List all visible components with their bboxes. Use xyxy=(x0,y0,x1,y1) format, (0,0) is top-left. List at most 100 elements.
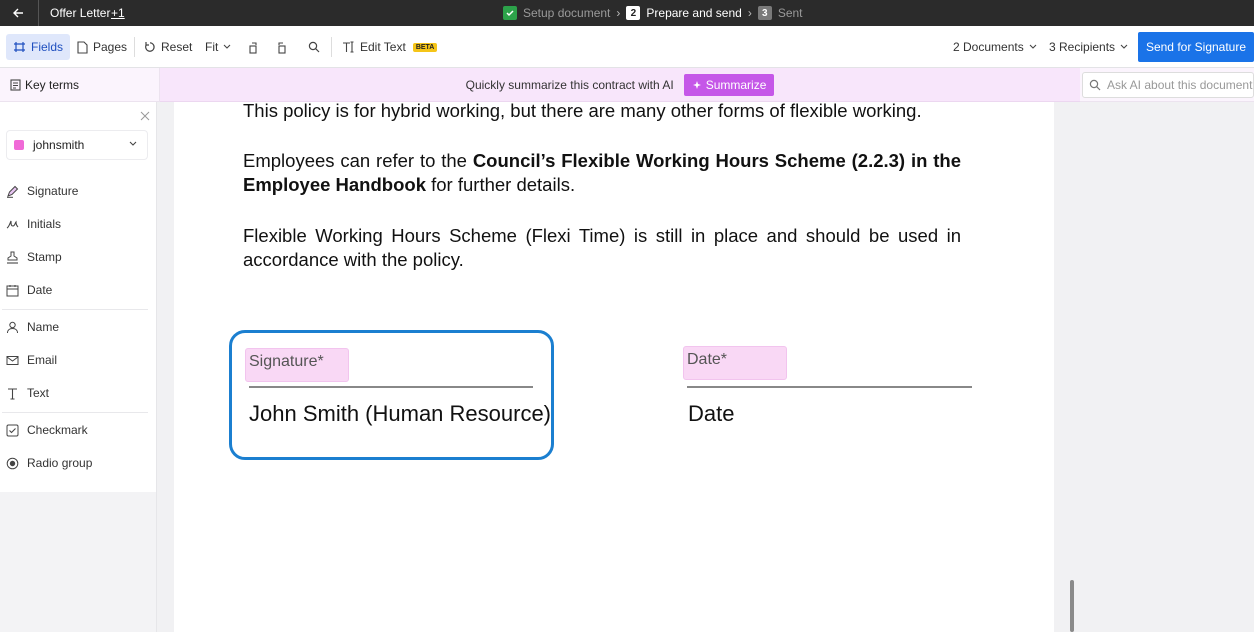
send-for-signature-button[interactable]: Send for Signature xyxy=(1138,32,1254,62)
date-field[interactable]: Date* xyxy=(683,346,787,380)
field-label: Checkmark xyxy=(27,423,88,437)
signature-field[interactable]: Signature* xyxy=(245,348,349,382)
field-date[interactable]: Date xyxy=(6,279,146,301)
chevron-down-icon xyxy=(223,44,231,49)
step-prepare-and-send[interactable]: Prepare and send xyxy=(646,6,741,20)
field-name[interactable]: Name xyxy=(6,316,146,338)
scrollbar[interactable] xyxy=(1070,580,1074,632)
pages-tab[interactable]: Pages xyxy=(77,26,127,68)
field-signature[interactable]: Signature xyxy=(6,180,146,202)
fields-tab[interactable]: Fields xyxy=(6,34,71,60)
sidebar-empty-area xyxy=(0,492,156,632)
edit-text-icon xyxy=(343,41,354,53)
edit-text-label: Edit Text xyxy=(360,40,406,54)
ask-ai-panel: Ask AI about this document xyxy=(1080,68,1254,102)
key-terms-icon xyxy=(10,78,21,91)
documents-dropdown[interactable]: 2 Documents xyxy=(953,26,1037,68)
documents-label: 2 Documents xyxy=(953,40,1024,54)
document-title: Offer Letter xyxy=(50,6,111,20)
field-label: Radio group xyxy=(27,456,93,470)
step-sent: Sent xyxy=(777,6,803,20)
page-icon xyxy=(77,40,88,54)
chevron-right-icon: › xyxy=(616,6,621,20)
radio-icon xyxy=(6,457,19,469)
reset-button[interactable]: Reset xyxy=(144,26,192,68)
recipient-color-swatch xyxy=(14,140,24,150)
text-icon xyxy=(8,387,17,400)
field-stamp[interactable]: Stamp xyxy=(6,246,146,268)
recipients-label: 3 Recipients xyxy=(1049,40,1116,54)
beta-badge: BETA xyxy=(412,42,438,52)
paragraph-text: Employees can refer to the xyxy=(243,150,473,171)
close-icon[interactable] xyxy=(140,111,150,121)
reset-icon xyxy=(145,42,155,52)
search-icon xyxy=(308,41,320,53)
checkmark-icon xyxy=(503,6,517,20)
paragraph-policy: This policy is for hybrid working, but t… xyxy=(243,100,922,121)
rotate-right-icon xyxy=(278,41,286,54)
divider xyxy=(2,412,148,413)
fit-dropdown[interactable]: Fit xyxy=(205,26,231,68)
progress-steps: Setup document › 2 Prepare and send › 3 … xyxy=(503,5,803,21)
top-bar: Offer Letter +1 Setup document › 2 Prepa… xyxy=(0,0,1254,26)
ask-ai-input[interactable]: Ask AI about this document xyxy=(1082,72,1254,98)
step-number: 3 xyxy=(757,6,772,20)
recipient-select[interactable]: johnsmith xyxy=(6,130,148,160)
person-icon xyxy=(7,321,18,333)
divider xyxy=(331,37,332,57)
date-line xyxy=(687,386,972,388)
paragraph-flexi-time: Flexible Working Hours Scheme (Flexi Tim… xyxy=(243,225,961,270)
fit-label: Fit xyxy=(205,40,219,54)
key-terms-tab[interactable]: Key terms xyxy=(0,68,160,102)
toolbar: Fields Pages Reset Fit Edit Text BETA 2 … xyxy=(0,26,1254,68)
reset-label: Reset xyxy=(161,40,193,54)
recipient-name: johnsmith xyxy=(33,138,85,152)
field-label: Stamp xyxy=(27,250,62,264)
chevron-down-icon xyxy=(129,141,137,146)
key-terms-label: Key terms xyxy=(25,77,80,92)
edit-text-button[interactable]: Edit Text BETA xyxy=(342,26,438,68)
chevron-down-icon xyxy=(1029,44,1037,49)
calendar-icon xyxy=(6,284,19,296)
paragraph-text: for further details. xyxy=(425,174,576,195)
field-label: Signature xyxy=(27,184,79,198)
recipients-dropdown[interactable]: 3 Recipients xyxy=(1049,26,1128,68)
initials-icon xyxy=(6,220,19,228)
signature-line xyxy=(249,386,533,388)
field-email[interactable]: Email xyxy=(6,349,146,371)
field-initials[interactable]: Initials xyxy=(6,213,146,235)
field-checkmark[interactable]: Checkmark xyxy=(6,419,146,441)
step-number: 2 xyxy=(626,6,641,20)
stamp-icon xyxy=(7,251,18,264)
document-gutter xyxy=(157,102,174,632)
mail-icon xyxy=(6,355,19,365)
rotate-left-button[interactable] xyxy=(248,26,259,68)
fields-icon xyxy=(14,42,25,52)
paragraph-employees: Employees can refer to the Council’s Fle… xyxy=(243,149,961,197)
rotate-right-button[interactable] xyxy=(276,26,287,68)
field-label: Initials xyxy=(27,217,62,231)
step-setup-document[interactable]: Setup document xyxy=(523,6,610,20)
zoom-search-button[interactable] xyxy=(308,26,320,68)
extra-documents-link[interactable]: +1 xyxy=(111,6,125,20)
field-radio-group[interactable]: Radio group xyxy=(6,452,146,474)
search-icon xyxy=(1089,79,1101,91)
fields-sidebar: johnsmith Signature Initials Stamp Date … xyxy=(0,102,157,632)
field-text[interactable]: Text xyxy=(6,382,146,404)
rotate-left-icon xyxy=(249,41,257,54)
chevron-right-icon: › xyxy=(747,6,752,20)
field-label: Date xyxy=(27,283,53,297)
checkbox-icon xyxy=(6,424,19,436)
back-arrow-icon[interactable] xyxy=(10,5,26,21)
divider xyxy=(2,309,148,310)
pen-icon xyxy=(7,185,19,198)
summarize-button[interactable]: Summarize xyxy=(683,73,775,96)
right-gutter xyxy=(1054,102,1254,632)
field-label: Text xyxy=(27,386,50,400)
ai-summary-message: Quickly summarize this contract with AI xyxy=(465,77,674,92)
chevron-down-icon xyxy=(1120,44,1128,49)
field-label: Name xyxy=(27,320,60,334)
date-label: Date xyxy=(688,401,735,426)
ask-ai-placeholder: Ask AI about this document xyxy=(1107,78,1253,92)
summarize-label: Summarize xyxy=(705,77,767,92)
